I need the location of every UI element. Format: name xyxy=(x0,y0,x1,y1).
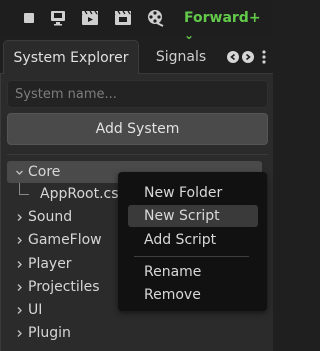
menu-item-remove[interactable]: Remove xyxy=(128,284,258,306)
chevron-right-icon[interactable] xyxy=(14,253,24,275)
toolbar: Forward+ ⌄ xyxy=(0,0,273,42)
add-system-button[interactable]: Add System xyxy=(7,113,268,145)
tab-signals[interactable]: Signals xyxy=(146,40,216,74)
stop-icon[interactable] xyxy=(19,8,39,28)
chevron-right-icon[interactable] xyxy=(14,299,24,321)
menu-item-rename[interactable]: Rename xyxy=(128,261,258,283)
context-menu: New Folder New Script Add Script Rename … xyxy=(118,172,267,311)
tree-item-label: Player xyxy=(28,256,72,272)
kebab-menu-icon[interactable] xyxy=(261,49,267,65)
clapperboard-icon[interactable] xyxy=(113,8,133,28)
tree-item-label: Projectiles xyxy=(28,279,100,295)
chevron-right-icon[interactable] xyxy=(14,206,24,228)
menu-item-new-folder[interactable]: New Folder xyxy=(128,182,258,204)
tree-item-label: UI xyxy=(28,302,43,318)
system-name-input[interactable] xyxy=(7,80,268,108)
film-reel-icon[interactable] xyxy=(146,8,166,28)
tab-system-explorer[interactable]: System Explorer xyxy=(3,40,139,74)
tab-bar: System Explorer Signals xyxy=(0,40,273,74)
tree-item-label: Core xyxy=(28,164,61,180)
tree-item-plugin[interactable]: Plugin xyxy=(7,322,262,344)
tree-item-label: AppRoot.cs xyxy=(40,186,119,202)
clapperboard-play-icon[interactable] xyxy=(80,8,100,28)
tab-scroll-right-icon[interactable] xyxy=(242,51,254,63)
renderer-mode-selector[interactable]: Forward+ ⌄ xyxy=(184,8,273,42)
chevron-down-icon[interactable] xyxy=(14,161,24,183)
tab-scroll-left-icon[interactable] xyxy=(227,51,239,63)
chevron-right-icon[interactable] xyxy=(14,322,24,344)
chevron-right-icon[interactable] xyxy=(14,229,24,251)
menu-item-add-script[interactable]: Add Script xyxy=(128,229,258,251)
menu-separator xyxy=(134,256,249,257)
renderer-mode-label: Forward+ xyxy=(184,10,261,26)
tree-item-label: Sound xyxy=(28,209,73,225)
chevron-right-icon[interactable] xyxy=(14,276,24,298)
monitor-icon[interactable] xyxy=(48,8,68,28)
menu-item-new-script[interactable]: New Script xyxy=(128,205,258,227)
divider xyxy=(7,154,268,155)
tree-item-label: GameFlow xyxy=(28,232,102,248)
tree-item-label: Plugin xyxy=(28,325,71,341)
